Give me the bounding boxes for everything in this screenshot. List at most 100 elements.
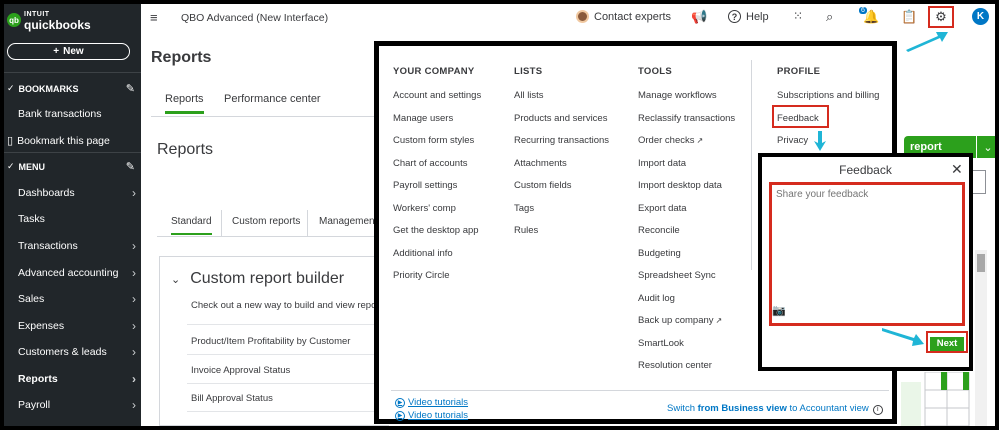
sidebar-divider bbox=[4, 152, 141, 153]
settings-gear-button[interactable]: ⚙ bbox=[928, 6, 954, 28]
menu-custom-fields[interactable]: Custom fields bbox=[514, 180, 572, 191]
help-button[interactable]: ? Help bbox=[728, 10, 769, 23]
megaphone-icon[interactable]: 📢 bbox=[691, 9, 707, 25]
col-heading-your-company: YOUR COMPANY bbox=[393, 66, 475, 77]
menu-budgeting[interactable]: Budgeting bbox=[638, 248, 681, 259]
pencil-icon[interactable]: ✎ bbox=[126, 160, 135, 173]
pencil-icon[interactable]: ✎ bbox=[126, 82, 135, 95]
bookmark-this-page[interactable]: ▯ Bookmark this page bbox=[7, 134, 136, 148]
user-avatar[interactable]: K bbox=[972, 8, 989, 25]
menu-heading[interactable]: ✓ MENU ✎ bbox=[7, 160, 135, 173]
close-icon[interactable]: ✕ bbox=[951, 161, 963, 178]
next-button[interactable]: Next bbox=[930, 336, 964, 351]
sidebar-item-reports[interactable]: Reports › bbox=[18, 372, 136, 386]
play-icon: ▶ bbox=[395, 397, 405, 408]
menu-all-lists[interactable]: All lists bbox=[514, 90, 544, 101]
menu-priority-circle[interactable]: Priority Circle bbox=[393, 270, 449, 281]
illustration-graphic bbox=[901, 372, 970, 426]
checkmark-icon: ✓ bbox=[7, 83, 15, 93]
menu-chart-of-accounts[interactable]: Chart of accounts bbox=[393, 158, 467, 169]
menu-additional-info[interactable]: Additional info bbox=[393, 248, 453, 259]
menu-payroll-settings[interactable]: Payroll settings bbox=[393, 180, 457, 191]
bell-icon[interactable]: 🔔 bbox=[863, 9, 879, 25]
feedback-textarea[interactable] bbox=[776, 189, 958, 319]
sidebar-item-dashboards[interactable]: Dashboards › bbox=[18, 186, 136, 200]
sidebar-item-advanced-accounting[interactable]: Advanced accounting › bbox=[18, 266, 136, 280]
chevron-right-icon: › bbox=[132, 239, 136, 253]
quickbooks-logo[interactable]: qb INTUIT quickbooks bbox=[7, 10, 91, 31]
menu-export-data[interactable]: Export data bbox=[638, 203, 687, 214]
bookmarks-heading[interactable]: ✓ BOOKMARKS ✎ bbox=[7, 82, 135, 95]
video-tutorials-link[interactable]: ▶ Video tutorials bbox=[395, 410, 468, 421]
report-row[interactable]: Bill Approval Status bbox=[191, 393, 273, 404]
chevron-down-icon: ⌄ bbox=[983, 141, 993, 154]
new-button-label: New bbox=[63, 46, 84, 57]
sidebar-item-customers-leads[interactable]: Customers & leads › bbox=[18, 345, 136, 359]
video-tutorials-link[interactable]: ▶ Video tutorials bbox=[395, 397, 468, 408]
menu-tags[interactable]: Tags bbox=[514, 203, 534, 214]
crb-description: Check out a new way to build and view re… bbox=[191, 300, 377, 311]
report-row[interactable]: Product/Item Profitability by Customer bbox=[191, 336, 350, 347]
subtab-management[interactable]: Management bbox=[319, 216, 377, 227]
subtab-line bbox=[157, 236, 387, 237]
menu-reclassify-transactions[interactable]: Reclassify transactions bbox=[638, 113, 735, 124]
plus-icon: + bbox=[53, 46, 60, 57]
row-divider bbox=[187, 411, 387, 412]
menu-privacy[interactable]: Privacy bbox=[777, 135, 808, 146]
switch-view-link[interactable]: Switch from Business view to Accountant … bbox=[667, 403, 883, 415]
report-row[interactable]: Invoice Approval Status bbox=[191, 365, 290, 376]
menu-feedback[interactable]: Feedback bbox=[777, 113, 819, 124]
clipboard-icon[interactable]: 📋 bbox=[901, 9, 917, 25]
sidebar-item-tasks[interactable]: Tasks bbox=[18, 213, 136, 225]
menu-toggle-icon[interactable]: ≡ bbox=[150, 10, 158, 25]
menu-recurring-transactions[interactable]: Recurring transactions bbox=[514, 135, 609, 146]
menu-workers-comp[interactable]: Workers' comp bbox=[393, 203, 456, 214]
sidebar-item-transactions[interactable]: Transactions › bbox=[18, 239, 136, 253]
chevron-down-icon: ⌄ bbox=[171, 273, 181, 286]
menu-rules[interactable]: Rules bbox=[514, 225, 538, 236]
menu-audit-log[interactable]: Audit log bbox=[638, 293, 675, 304]
apps-grid-icon[interactable]: ⁙ bbox=[793, 9, 803, 23]
sidebar-item-payroll[interactable]: Payroll › bbox=[18, 398, 136, 412]
create-report-dropdown[interactable]: ⌄ bbox=[977, 136, 995, 158]
menu-products-services[interactable]: Products and services bbox=[514, 113, 607, 124]
menu-import-desktop-data[interactable]: Import desktop data bbox=[638, 180, 722, 191]
chevron-right-icon: › bbox=[132, 186, 136, 200]
tab-reports[interactable]: Reports bbox=[165, 93, 204, 114]
sidebar-item-expenses[interactable]: Expenses › bbox=[18, 319, 136, 333]
menu-account-settings[interactable]: Account and settings bbox=[393, 90, 481, 101]
menu-get-desktop-app[interactable]: Get the desktop app bbox=[393, 225, 479, 236]
camera-icon[interactable]: 📷 bbox=[772, 304, 786, 317]
tab-performance-center[interactable]: Performance center bbox=[224, 93, 321, 105]
chevron-right-icon: › bbox=[132, 345, 136, 359]
scrollbar[interactable] bbox=[975, 250, 987, 426]
menu-subscriptions-billing[interactable]: Subscriptions and billing bbox=[777, 90, 879, 101]
crb-title[interactable]: ⌄ Custom report builder bbox=[171, 270, 344, 288]
menu-order-checks[interactable]: Order checks ↗ bbox=[638, 135, 703, 146]
subtab-custom-reports[interactable]: Custom reports bbox=[232, 216, 300, 227]
search-icon[interactable]: ⌕ bbox=[826, 9, 833, 25]
bookmark-bank-transactions[interactable]: Bank transactions bbox=[18, 108, 136, 120]
profile-divider bbox=[751, 60, 752, 270]
contact-experts-button[interactable]: Contact experts bbox=[576, 10, 671, 23]
menu-back-up-company[interactable]: Back up company ↗ bbox=[638, 315, 722, 326]
menu-attachments[interactable]: Attachments bbox=[514, 158, 567, 169]
col-heading-profile: PROFILE bbox=[777, 66, 821, 77]
chevron-right-icon: › bbox=[132, 372, 136, 386]
subtab-standard[interactable]: Standard bbox=[171, 216, 212, 235]
menu-resolution-center[interactable]: Resolution center bbox=[638, 360, 712, 371]
menu-manage-users[interactable]: Manage users bbox=[393, 113, 453, 124]
row-divider bbox=[187, 383, 387, 384]
menu-spreadsheet-sync[interactable]: Spreadsheet Sync bbox=[638, 270, 716, 281]
menu-custom-form-styles[interactable]: Custom form styles bbox=[393, 135, 474, 146]
external-link-icon: ↗ bbox=[696, 136, 704, 145]
menu-reconcile[interactable]: Reconcile bbox=[638, 225, 680, 236]
info-icon: i bbox=[872, 404, 883, 415]
arrow-to-feedback-modal-icon bbox=[814, 131, 826, 151]
scrollbar-thumb[interactable] bbox=[977, 254, 985, 272]
menu-smartlook[interactable]: SmartLook bbox=[638, 338, 684, 349]
new-button[interactable]: + New bbox=[7, 43, 130, 60]
sidebar-item-sales[interactable]: Sales › bbox=[18, 292, 136, 306]
menu-import-data[interactable]: Import data bbox=[638, 158, 686, 169]
menu-manage-workflows[interactable]: Manage workflows bbox=[638, 90, 717, 101]
